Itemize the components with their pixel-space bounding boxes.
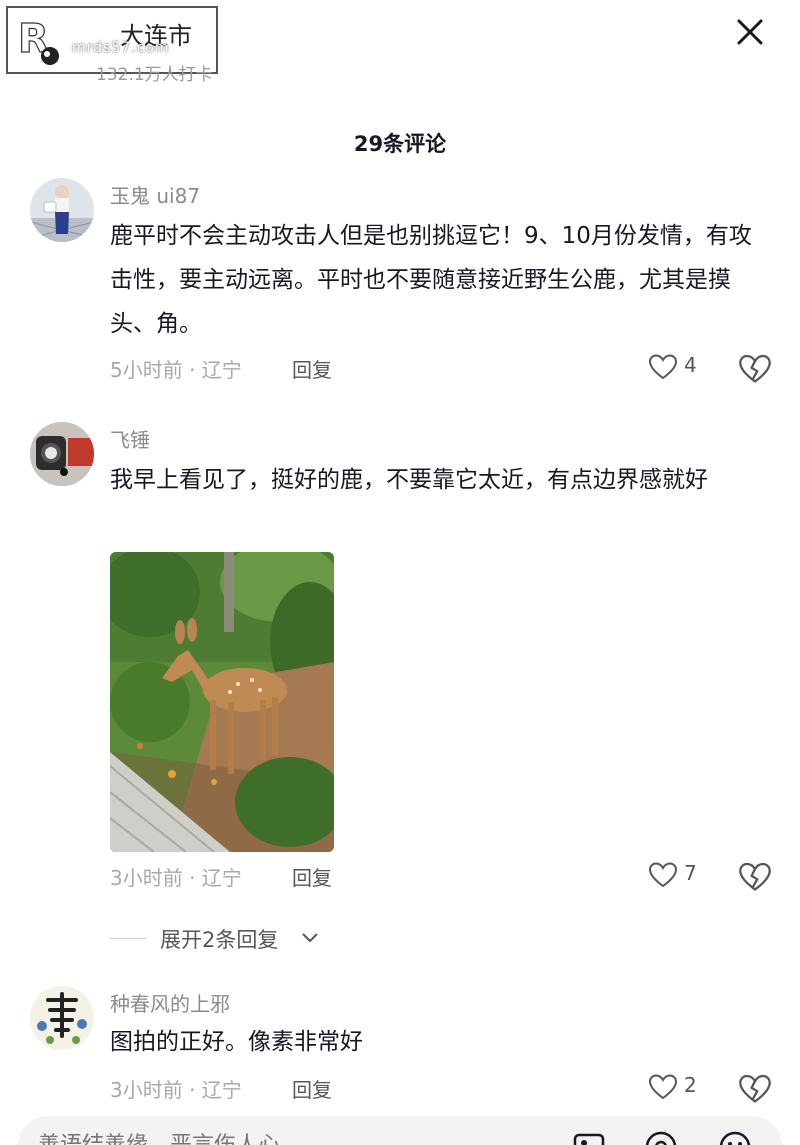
avatar[interactable] bbox=[30, 178, 94, 242]
avatar[interactable] bbox=[30, 986, 94, 1050]
watermark-text: mrds57.com bbox=[72, 40, 170, 56]
comment-meta: 3小时前 · 辽宁 bbox=[110, 1078, 242, 1102]
like-count: 4 bbox=[684, 353, 697, 377]
heart-icon bbox=[648, 354, 678, 380]
image-icon[interactable] bbox=[572, 1130, 606, 1145]
comment-text: 我早上看见了，挺好的鹿，不要靠它太近，有点边界感就好 bbox=[110, 467, 708, 493]
expand-replies-label: 展开2条回复 bbox=[160, 928, 279, 952]
emoji-icon[interactable] bbox=[718, 1130, 752, 1145]
divider bbox=[110, 938, 146, 939]
comment-count-title: 29条评论 bbox=[353, 132, 447, 156]
like-button[interactable]: 4 bbox=[648, 350, 706, 384]
chevron-down-icon bbox=[302, 933, 318, 943]
comment-meta: 3小时前 · 辽宁 bbox=[110, 866, 242, 890]
comment-text: 图拍的正好。像素非常好 bbox=[110, 1029, 363, 1055]
avatar[interactable] bbox=[30, 422, 94, 486]
comment-input-bar bbox=[18, 1116, 782, 1145]
close-icon[interactable] bbox=[732, 14, 768, 50]
like-button[interactable]: 2 bbox=[648, 1070, 706, 1104]
like-count: 7 bbox=[684, 861, 697, 885]
reply-button[interactable]: 回复 bbox=[292, 862, 332, 891]
checkin-count: 132.1万人打卡 bbox=[96, 65, 213, 85]
at-icon[interactable] bbox=[644, 1130, 678, 1145]
like-button[interactable]: 7 bbox=[648, 858, 706, 892]
reply-button[interactable]: 回复 bbox=[292, 354, 332, 383]
top-bar: R 大连市 mrds57.com 132.1万人打卡 bbox=[0, 0, 800, 100]
watermark-logo: R bbox=[17, 15, 59, 65]
comment-input[interactable] bbox=[38, 1130, 538, 1145]
heart-icon bbox=[648, 1074, 678, 1100]
broken-heart-icon[interactable] bbox=[738, 352, 772, 386]
reply-button[interactable]: 回复 bbox=[292, 1074, 332, 1103]
broken-heart-icon[interactable] bbox=[738, 860, 772, 894]
broken-heart-icon[interactable] bbox=[738, 1072, 772, 1106]
comment-photo[interactable] bbox=[110, 552, 334, 852]
comment-text: 鹿平时不会主动攻击人但是也别挑逗它！9、10月份发情，有攻击性，要主动远离。平时… bbox=[110, 223, 752, 337]
like-count: 2 bbox=[684, 1073, 697, 1097]
heart-icon bbox=[648, 862, 678, 888]
comment-username[interactable]: 玉鬼 ui87 bbox=[110, 180, 200, 209]
comment-username[interactable]: 种春风的上邪 bbox=[110, 988, 230, 1017]
comment-username[interactable]: 飞锤 bbox=[110, 424, 150, 453]
expand-replies-button[interactable]: 展开2条回复 bbox=[110, 922, 330, 954]
comment-meta: 5小时前 · 辽宁 bbox=[110, 358, 242, 382]
